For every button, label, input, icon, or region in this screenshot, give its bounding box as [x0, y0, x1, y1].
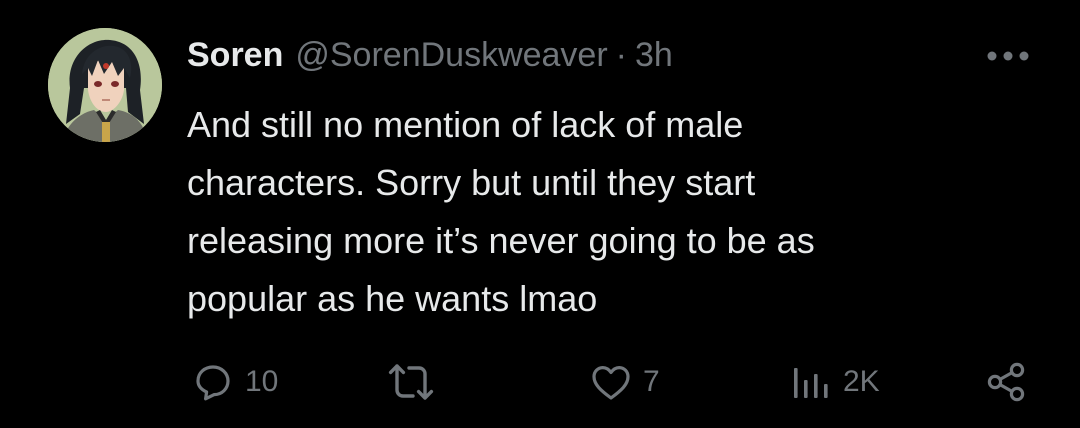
tweet-text-line: releasing more it’s never going to be as: [187, 220, 815, 261]
reply-button[interactable]: 10: [189, 356, 278, 408]
author-handle[interactable]: @SorenDuskweaver: [295, 36, 607, 75]
like-icon: [587, 358, 635, 406]
tweet-timestamp[interactable]: 3h: [635, 36, 673, 75]
like-count: 7: [643, 365, 660, 398]
reply-count: 10: [245, 365, 279, 398]
views-count: 2K: [843, 365, 880, 398]
tweet[interactable]: Soren @SorenDuskweaver · 3h And still no…: [0, 0, 1080, 428]
author-display-name[interactable]: Soren: [187, 36, 283, 75]
avatar[interactable]: [48, 28, 162, 142]
retweet-button[interactable]: [385, 356, 445, 408]
retweet-icon: [385, 358, 437, 406]
tweet-text-line: characters. Sorry but until they start: [187, 162, 756, 203]
tweet-actions: 10 7 2K: [0, 356, 1080, 408]
tweet-text-line: And still no mention of lack of male: [187, 104, 744, 145]
share-button[interactable]: [982, 356, 1030, 408]
like-button[interactable]: 7: [587, 356, 660, 408]
tweet-text-line: popular as he wants lmao: [187, 278, 598, 319]
header-separator: ·: [615, 36, 627, 74]
tweet-header: Soren @SorenDuskweaver · 3h: [187, 36, 673, 80]
share-icon: [982, 358, 1030, 406]
tweet-text: And still no mention of lack of male cha…: [187, 96, 1027, 328]
views-button[interactable]: 2K: [787, 356, 880, 408]
more-horizontal-icon: [986, 50, 1030, 62]
more-options-button[interactable]: [984, 40, 1032, 72]
views-icon: [787, 358, 835, 406]
reply-icon: [189, 358, 237, 406]
anime-character-avatar-icon: [48, 28, 162, 142]
